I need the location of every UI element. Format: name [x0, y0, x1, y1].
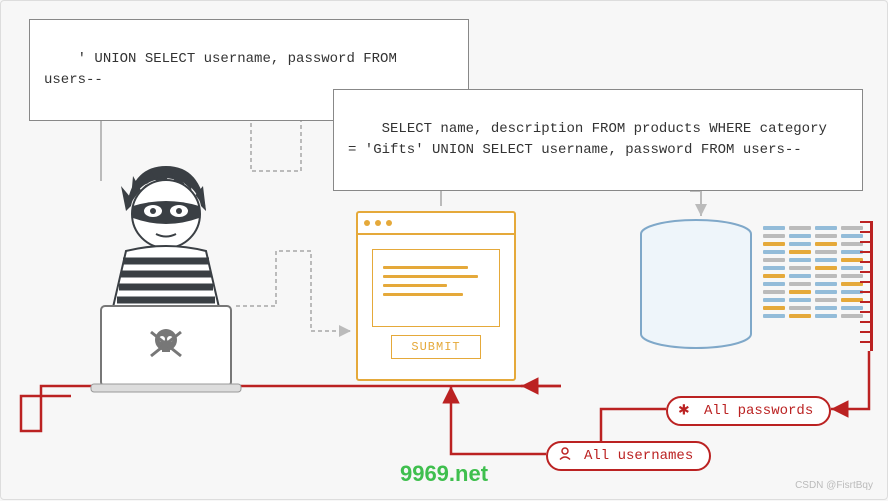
passwords-label: All passwords — [704, 403, 813, 419]
diagram-canvas: ' UNION SELECT username, password FROM u… — [0, 0, 888, 500]
web-form: SUBMIT — [356, 211, 516, 381]
watermark-text: 9969.net — [400, 461, 488, 487]
submit-label: SUBMIT — [411, 340, 460, 354]
leaked-data-rows — [763, 226, 863, 322]
all-usernames-pill: All usernames — [546, 441, 711, 471]
attacker-illustration — [71, 156, 261, 396]
extracted-column-marker — [867, 221, 873, 351]
database-icon — [636, 219, 756, 354]
browser-titlebar — [358, 213, 514, 235]
submit-button[interactable]: SUBMIT — [391, 335, 481, 359]
all-passwords-pill: ✱ All passwords — [666, 396, 831, 426]
credit-text: CSDN @FisrtBqy — [795, 480, 873, 491]
user-icon — [558, 447, 572, 466]
usernames-label: All usernames — [584, 448, 693, 464]
form-injection-marker — [358, 385, 514, 387]
injection-query-text: ' UNION SELECT username, password FROM u… — [44, 51, 405, 88]
form-textarea — [372, 249, 500, 327]
asterisk-icon: ✱ — [678, 403, 690, 420]
resulting-query-box: SELECT name, description FROM products W… — [333, 89, 863, 191]
resulting-query-text: SELECT name, description FROM products W… — [348, 121, 827, 158]
